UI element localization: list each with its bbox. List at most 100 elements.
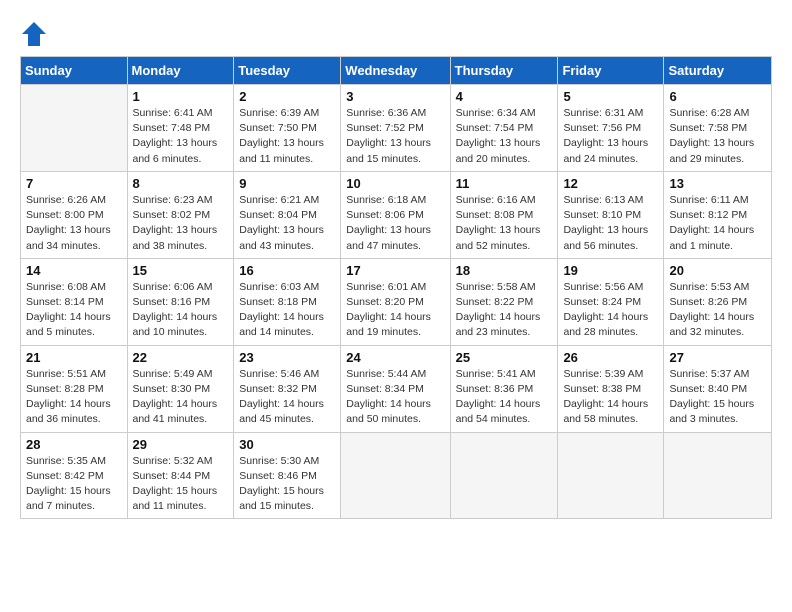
calendar-table: SundayMondayTuesdayWednesdayThursdayFrid…	[20, 56, 772, 519]
day-info: Sunrise: 5:39 AMSunset: 8:38 PMDaylight:…	[563, 367, 658, 428]
table-cell: 4 Sunrise: 6:34 AMSunset: 7:54 PMDaylight…	[450, 85, 558, 172]
day-info: Sunrise: 6:21 AMSunset: 8:04 PMDaylight:…	[239, 193, 335, 254]
table-cell: 7 Sunrise: 6:26 AMSunset: 8:00 PMDaylight…	[21, 171, 128, 258]
day-info: Sunrise: 6:26 AMSunset: 8:00 PMDaylight:…	[26, 193, 122, 254]
day-info: Sunrise: 5:51 AMSunset: 8:28 PMDaylight:…	[26, 367, 122, 428]
table-cell: 24 Sunrise: 5:44 AMSunset: 8:34 PMDayligh…	[341, 345, 450, 432]
table-cell: 5 Sunrise: 6:31 AMSunset: 7:56 PMDaylight…	[558, 85, 664, 172]
table-cell: 27Sunrise: 5:37 AMSunset: 8:40 PMDayligh…	[664, 345, 772, 432]
day-info: Sunrise: 5:32 AMSunset: 8:44 PMDaylight:…	[133, 454, 229, 515]
day-info: Sunrise: 5:58 AMSunset: 8:22 PMDaylight:…	[456, 280, 553, 341]
day-info: Sunrise: 5:56 AMSunset: 8:24 PMDaylight:…	[563, 280, 658, 341]
day-number: 11	[456, 176, 553, 191]
table-cell: 16Sunrise: 6:03 AMSunset: 8:18 PMDayligh…	[234, 258, 341, 345]
day-info: Sunrise: 6:01 AMSunset: 8:20 PMDaylight:…	[346, 280, 444, 341]
table-cell: 13Sunrise: 6:11 AMSunset: 8:12 PMDayligh…	[664, 171, 772, 258]
table-cell: 23 Sunrise: 5:46 AMSunset: 8:32 PMDayligh…	[234, 345, 341, 432]
table-cell: 19 Sunrise: 5:56 AMSunset: 8:24 PMDayligh…	[558, 258, 664, 345]
table-cell: 14 Sunrise: 6:08 AMSunset: 8:14 PMDayligh…	[21, 258, 128, 345]
table-cell: 20 Sunrise: 5:53 AMSunset: 8:26 PMDayligh…	[664, 258, 772, 345]
day-info: Sunrise: 5:49 AMSunset: 8:30 PMDaylight:…	[133, 367, 229, 428]
day-number: 9	[239, 176, 335, 191]
day-info: Sunrise: 6:11 AMSunset: 8:12 PMDaylight:…	[669, 193, 766, 254]
day-number: 10	[346, 176, 444, 191]
header-saturday: Saturday	[664, 57, 772, 85]
day-info: Sunrise: 6:08 AMSunset: 8:14 PMDaylight:…	[26, 280, 122, 341]
table-cell: 29 Sunrise: 5:32 AMSunset: 8:44 PMDayligh…	[127, 432, 234, 519]
day-number: 6	[669, 89, 766, 104]
header-monday: Monday	[127, 57, 234, 85]
day-number: 22	[133, 350, 229, 365]
header-tuesday: Tuesday	[234, 57, 341, 85]
day-info: Sunrise: 5:46 AMSunset: 8:32 PMDaylight:…	[239, 367, 335, 428]
table-cell: 3 Sunrise: 6:36 AMSunset: 7:52 PMDaylight…	[341, 85, 450, 172]
day-number: 21	[26, 350, 122, 365]
day-info: Sunrise: 5:30 AMSunset: 8:46 PMDaylight:…	[239, 454, 335, 515]
week-row-1: 1Sunrise: 6:41 AMSunset: 7:48 PMDaylight…	[21, 85, 772, 172]
table-cell: 28Sunrise: 5:35 AMSunset: 8:42 PMDayligh…	[21, 432, 128, 519]
day-number: 7	[26, 176, 122, 191]
header-thursday: Thursday	[450, 57, 558, 85]
day-info: Sunrise: 6:16 AMSunset: 8:08 PMDaylight:…	[456, 193, 553, 254]
page-header	[20, 20, 772, 48]
day-number: 14	[26, 263, 122, 278]
day-info: Sunrise: 6:23 AMSunset: 8:02 PMDaylight:…	[133, 193, 229, 254]
table-cell: 2 Sunrise: 6:39 AMSunset: 7:50 PMDaylight…	[234, 85, 341, 172]
week-row-3: 14 Sunrise: 6:08 AMSunset: 8:14 PMDayligh…	[21, 258, 772, 345]
table-cell	[558, 432, 664, 519]
header-friday: Friday	[558, 57, 664, 85]
day-number: 19	[563, 263, 658, 278]
table-cell: 21 Sunrise: 5:51 AMSunset: 8:28 PMDayligh…	[21, 345, 128, 432]
day-info: Sunrise: 5:37 AMSunset: 8:40 PMDaylight:…	[669, 367, 766, 428]
calendar-header-row: SundayMondayTuesdayWednesdayThursdayFrid…	[21, 57, 772, 85]
logo	[20, 20, 52, 48]
table-cell: 12 Sunrise: 6:13 AMSunset: 8:10 PMDayligh…	[558, 171, 664, 258]
day-number: 30	[239, 437, 335, 452]
day-number: 5	[563, 89, 658, 104]
table-cell	[341, 432, 450, 519]
table-cell: 18 Sunrise: 5:58 AMSunset: 8:22 PMDayligh…	[450, 258, 558, 345]
table-cell: 17Sunrise: 6:01 AMSunset: 8:20 PMDayligh…	[341, 258, 450, 345]
day-number: 2	[239, 89, 335, 104]
day-info: Sunrise: 6:06 AMSunset: 8:16 PMDaylight:…	[133, 280, 229, 341]
header-wednesday: Wednesday	[341, 57, 450, 85]
week-row-2: 7 Sunrise: 6:26 AMSunset: 8:00 PMDaylight…	[21, 171, 772, 258]
table-cell: 26 Sunrise: 5:39 AMSunset: 8:38 PMDayligh…	[558, 345, 664, 432]
day-number: 4	[456, 89, 553, 104]
day-number: 24	[346, 350, 444, 365]
day-info: Sunrise: 6:28 AMSunset: 7:58 PMDaylight:…	[669, 106, 766, 167]
week-row-5: 28Sunrise: 5:35 AMSunset: 8:42 PMDayligh…	[21, 432, 772, 519]
day-number: 29	[133, 437, 229, 452]
day-info: Sunrise: 6:31 AMSunset: 7:56 PMDaylight:…	[563, 106, 658, 167]
table-cell: 22 Sunrise: 5:49 AMSunset: 8:30 PMDayligh…	[127, 345, 234, 432]
day-info: Sunrise: 5:41 AMSunset: 8:36 PMDaylight:…	[456, 367, 553, 428]
table-cell	[21, 85, 128, 172]
day-number: 16	[239, 263, 335, 278]
table-cell: 8 Sunrise: 6:23 AMSunset: 8:02 PMDaylight…	[127, 171, 234, 258]
table-cell: 15 Sunrise: 6:06 AMSunset: 8:16 PMDayligh…	[127, 258, 234, 345]
day-number: 25	[456, 350, 553, 365]
day-info: Sunrise: 6:34 AMSunset: 7:54 PMDaylight:…	[456, 106, 553, 167]
day-number: 8	[133, 176, 229, 191]
day-info: Sunrise: 6:13 AMSunset: 8:10 PMDaylight:…	[563, 193, 658, 254]
day-number: 26	[563, 350, 658, 365]
day-number: 3	[346, 89, 444, 104]
day-info: Sunrise: 6:18 AMSunset: 8:06 PMDaylight:…	[346, 193, 444, 254]
day-number: 18	[456, 263, 553, 278]
table-cell: 6 Sunrise: 6:28 AMSunset: 7:58 PMDaylight…	[664, 85, 772, 172]
day-info: Sunrise: 5:44 AMSunset: 8:34 PMDaylight:…	[346, 367, 444, 428]
day-info: Sunrise: 5:53 AMSunset: 8:26 PMDaylight:…	[669, 280, 766, 341]
day-info: Sunrise: 5:35 AMSunset: 8:42 PMDaylight:…	[26, 454, 122, 515]
day-number: 20	[669, 263, 766, 278]
table-cell: 30 Sunrise: 5:30 AMSunset: 8:46 PMDayligh…	[234, 432, 341, 519]
day-info: Sunrise: 6:39 AMSunset: 7:50 PMDaylight:…	[239, 106, 335, 167]
day-info: Sunrise: 6:36 AMSunset: 7:52 PMDaylight:…	[346, 106, 444, 167]
day-number: 12	[563, 176, 658, 191]
table-cell: 9 Sunrise: 6:21 AMSunset: 8:04 PMDaylight…	[234, 171, 341, 258]
table-cell: 25 Sunrise: 5:41 AMSunset: 8:36 PMDayligh…	[450, 345, 558, 432]
logo-icon	[20, 20, 48, 48]
day-number: 23	[239, 350, 335, 365]
day-number: 15	[133, 263, 229, 278]
table-cell: 1Sunrise: 6:41 AMSunset: 7:48 PMDaylight…	[127, 85, 234, 172]
header-sunday: Sunday	[21, 57, 128, 85]
